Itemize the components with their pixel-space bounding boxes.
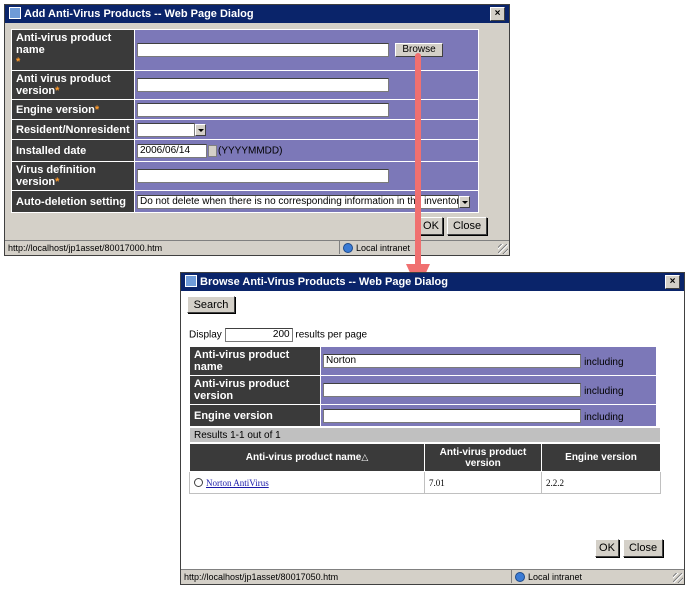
virus-def-label: Virus definition version* [11,161,135,191]
required-mark: * [55,176,60,188]
date-format-hint: (YYYYMMDD) [218,145,283,156]
filter-engine-input[interactable] [323,408,581,423]
add-dialog-title: Add Anti-Virus Products -- Web Page Dial… [24,8,254,20]
filter-qualifier: including [584,411,624,423]
page-size-row: Display 200 results per page [189,328,367,342]
product-version-label: Anti virus product version* [11,70,135,100]
required-mark: * [94,103,100,116]
row-engine-cell: 2.2.2 [541,471,661,494]
column-header-name[interactable]: Anti-virus product name△ [189,443,425,472]
intranet-icon [515,572,525,582]
engine-version-label: Engine version* [11,99,135,120]
ie-dialog-icon [9,7,21,19]
intranet-icon [343,243,353,253]
add-dialog-titlebar: Add Anti-Virus Products -- Web Page Dial… [5,5,509,23]
search-button[interactable]: Search [187,296,235,313]
status-zone: Local intranet [511,570,635,583]
filter-name-cell: Norton including [320,346,657,376]
resident-select[interactable] [137,122,195,137]
product-name-input[interactable] [137,43,389,57]
close-button[interactable]: Close [447,217,487,235]
resident-label: Resident/Nonresident [11,119,135,140]
filter-version-input[interactable] [323,383,581,397]
installed-date-label: Installed date [11,139,135,162]
required-mark: * [55,85,60,97]
close-icon[interactable]: × [665,275,680,289]
filter-name-input[interactable]: Norton [323,354,581,368]
row-version-cell: 7.01 [424,471,542,494]
calendar-icon[interactable] [208,144,217,157]
flow-arrow [406,53,430,290]
display-label: Display [189,329,222,341]
filter-engine-cell: including [320,404,657,427]
installed-date-input[interactable]: 2006/06/14 [137,143,207,158]
product-name-label: Anti-virus product name * [11,29,135,71]
browse-dialog-statusbar: http://localhost/jp1asset/80017050.htm L… [181,569,684,584]
row-name-cell: Norton AntiVirus [189,471,425,494]
status-url: http://localhost/jp1asset/80017000.htm [8,243,163,253]
chevron-down-icon[interactable] [459,195,470,208]
close-icon[interactable]: × [490,7,505,21]
engine-version-input[interactable] [137,102,389,117]
column-header-version[interactable]: Anti-virus product version [424,443,542,472]
ie-dialog-icon [185,275,197,287]
search-filter-form: Anti-virus product name Norton including… [189,346,657,427]
filter-engine-label: Engine version [189,404,321,427]
results-table: Anti-virus product name△ Anti-virus prod… [189,443,661,494]
resize-grip[interactable] [498,244,508,254]
sort-icon: △ [361,452,369,462]
product-version-input[interactable] [137,78,389,92]
browse-antivirus-dialog: Browse Anti-Virus Products -- Web Page D… [180,272,685,585]
chevron-down-icon[interactable] [195,123,206,136]
page-size-input[interactable]: 200 [224,328,293,342]
auto-deletion-label: Auto-deletion setting [11,190,135,213]
row-select-radio[interactable] [194,477,203,487]
browse-dialog-titlebar: Browse Anti-Virus Products -- Web Page D… [181,273,684,291]
filter-version-cell: including [320,375,657,405]
results-summary: Results 1-1 out of 1 [189,427,661,443]
browse-dialog-title: Browse Anti-Virus Products -- Web Page D… [200,276,448,288]
status-url: http://localhost/jp1asset/80017050.htm [184,572,339,582]
filter-qualifier: including [584,386,624,397]
ok-button[interactable]: OK [595,539,619,557]
product-link[interactable]: Norton AntiVirus [206,478,269,488]
required-mark: * [16,56,21,68]
browse-dialog-content: Search Display 200 results per page Anti… [181,291,684,570]
column-header-engine[interactable]: Engine version [541,443,661,472]
filter-version-label: Anti-virus product version [189,375,321,405]
per-page-label: results per page [295,329,368,341]
filter-name-label: Anti-virus product name [189,346,321,376]
resize-grip[interactable] [673,573,683,583]
filter-qualifier: including [584,357,624,368]
table-row: Norton AntiVirus 7.01 2.2.2 [189,471,661,494]
close-button[interactable]: Close [623,539,663,557]
virus-def-input[interactable] [137,169,389,183]
